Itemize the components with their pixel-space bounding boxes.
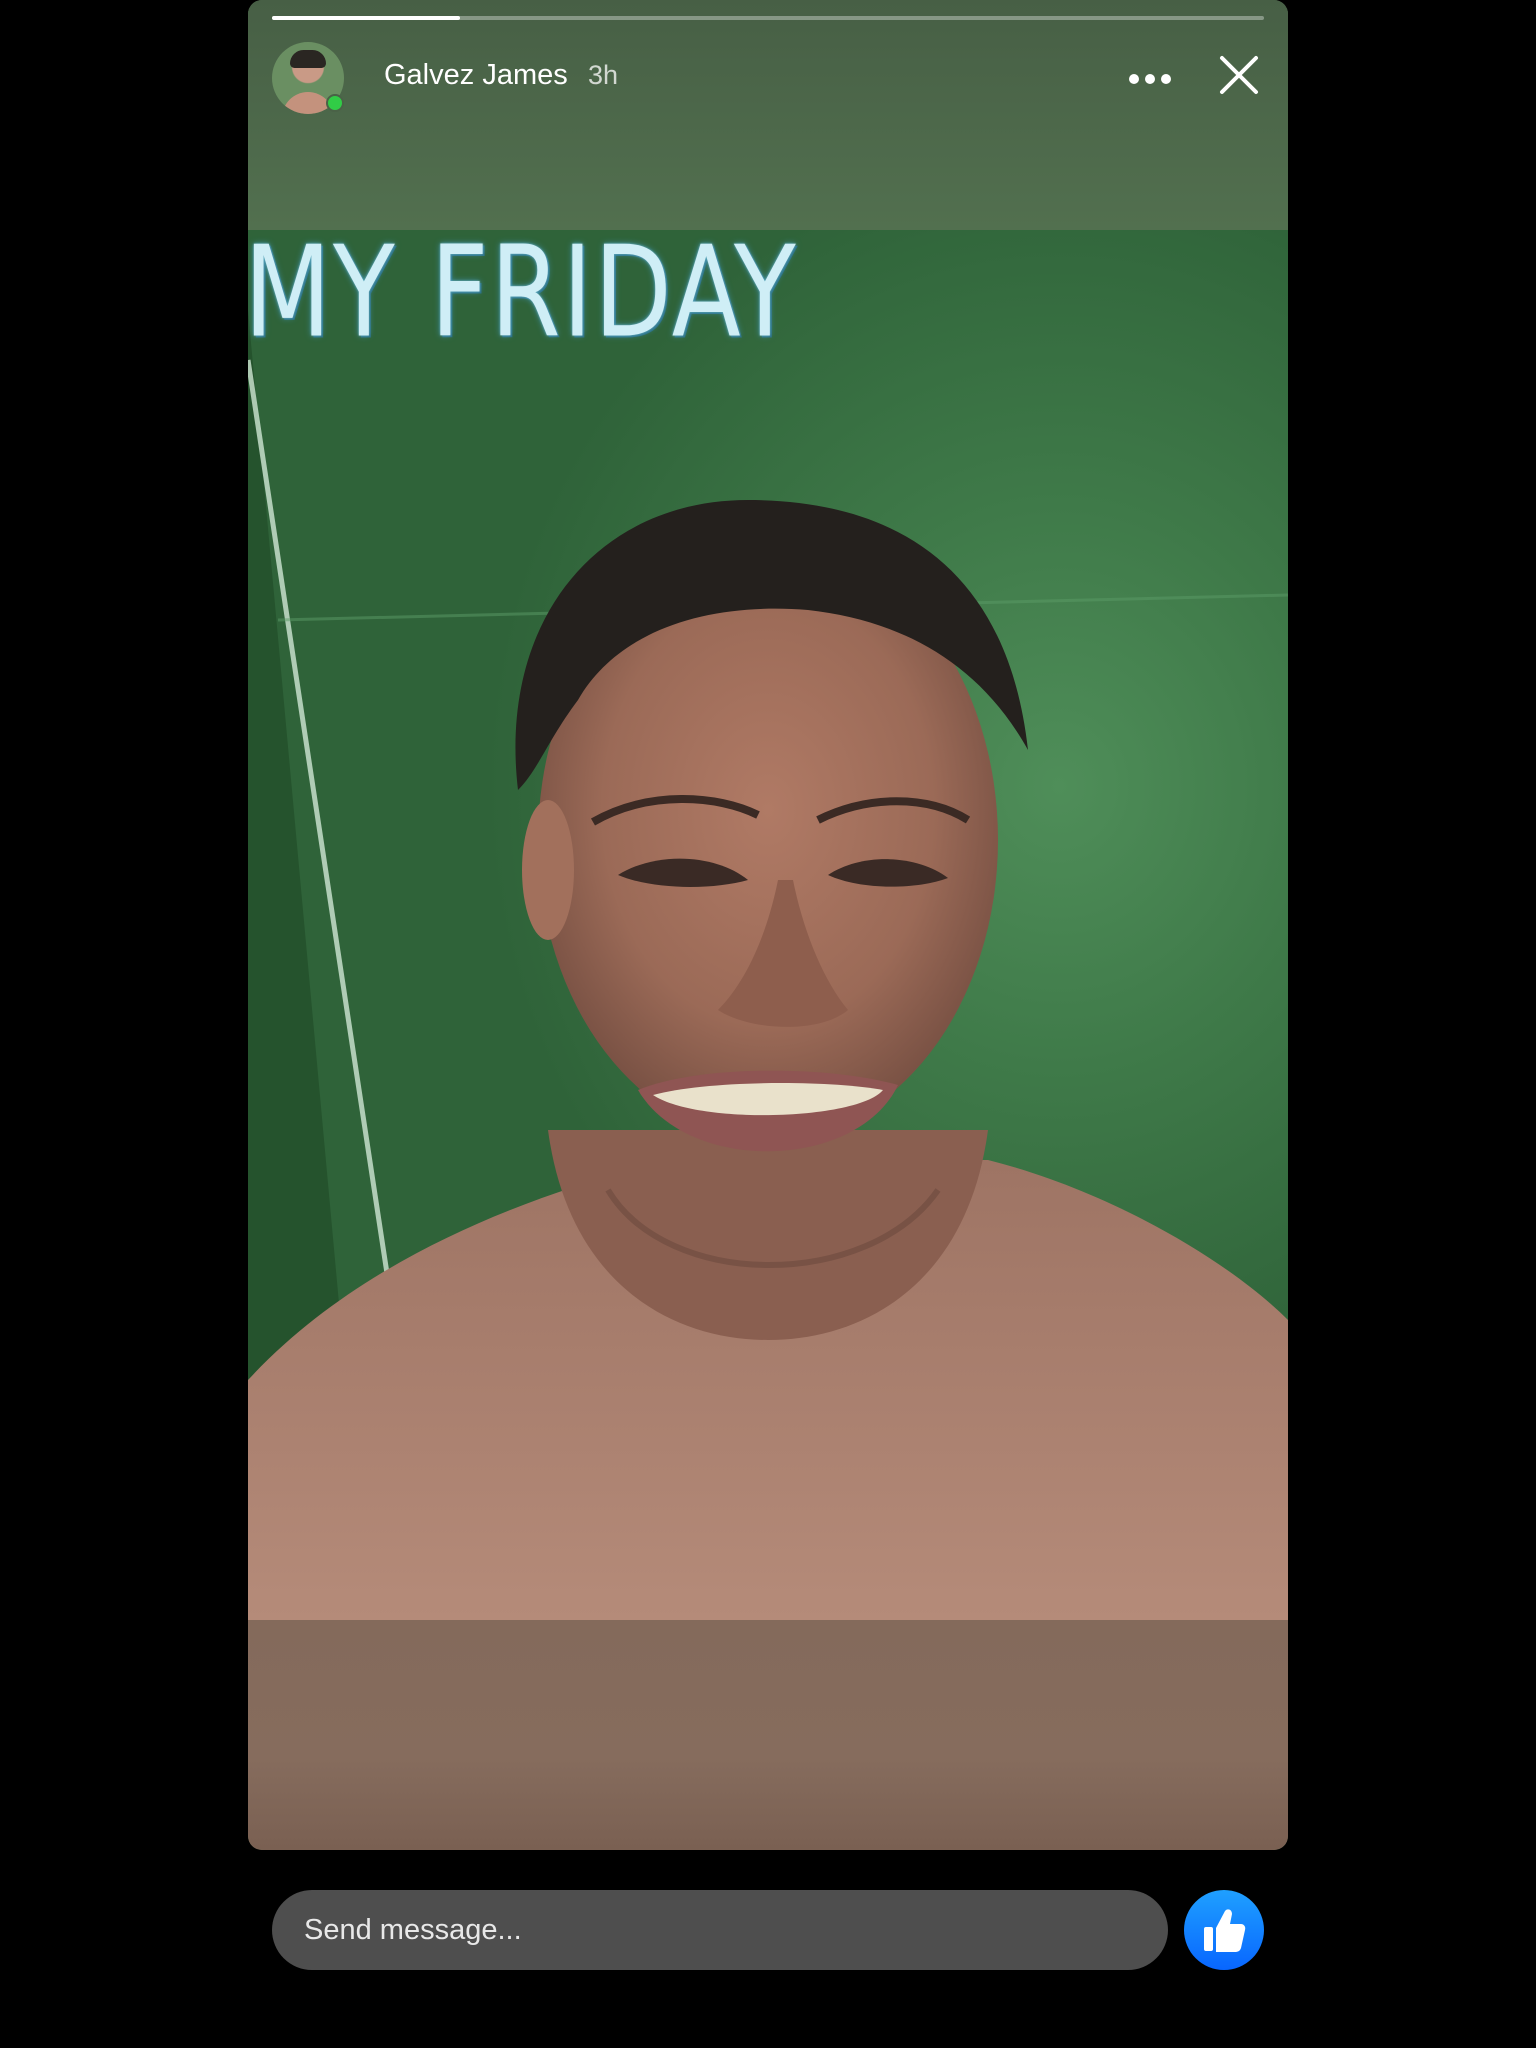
more-options-button[interactable] [1126, 62, 1174, 96]
send-message-input[interactable] [304, 1890, 1144, 1970]
story-photo-illustration [248, 310, 1288, 1620]
avatar-hair [290, 50, 326, 68]
author-name[interactable]: Galvez James [384, 59, 568, 92]
story-bottom-background [248, 1620, 1288, 1850]
message-composer[interactable] [272, 1890, 1168, 1970]
close-button[interactable] [1216, 52, 1262, 98]
close-icon [1220, 56, 1258, 94]
more-horizontal-icon [1129, 74, 1171, 84]
story-progress-fill [272, 16, 461, 20]
like-button[interactable] [1184, 1890, 1264, 1970]
posted-time: 3h [588, 60, 619, 90]
story-header: Galvez James 3h [272, 42, 1264, 116]
online-status-indicator [326, 94, 344, 112]
story-viewer[interactable]: MY FRIDAY Galvez James 3h [248, 0, 1288, 1850]
story-progress-bar [272, 16, 1264, 20]
story-photo: MY FRIDAY [248, 230, 1288, 1620]
story-caption-text: MY FRIDAY [248, 230, 798, 366]
thumbs-up-icon [1204, 1909, 1246, 1952]
